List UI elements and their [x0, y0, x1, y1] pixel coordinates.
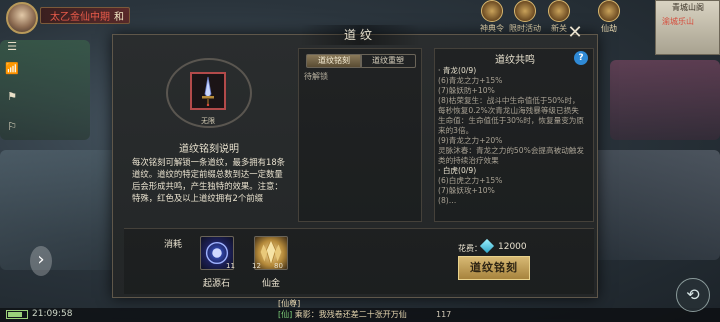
expand-arrow-icon[interactable]: ›: [30, 246, 52, 276]
clock: 21:09:58: [32, 309, 73, 319]
desc-text: 每次铭刻可解锁一条道纹，最多拥有18条道纹。道纹的特定前缀总数到达一定数量后会形…: [132, 156, 286, 204]
chat-text: 乘影：我残卷还差二十张开万仙: [294, 310, 407, 319]
resonance-line: (7)躲妖攻+10%: [438, 186, 495, 195]
desc-title: 道纹铭刻说明: [179, 144, 239, 155]
help-button[interactable]: ?: [574, 51, 588, 65]
switch-mode-icon[interactable]: ⟲: [676, 278, 710, 312]
resonance-line: (6)青龙之力+15%: [438, 76, 503, 85]
chat-line[interactable]: [仙] 乘影：我残卷还差二十张开万仙: [278, 309, 407, 320]
xianjie-icon: [598, 0, 620, 22]
player-name: 太乙金仙中期: [50, 12, 110, 23]
hud-button-xianjie[interactable]: 仙劫: [596, 0, 622, 34]
event-icon: [514, 0, 536, 22]
modal-title: 道纹: [300, 25, 420, 45]
pending-label: 待解锁: [304, 72, 328, 81]
menu-icon[interactable]: ☰: [4, 40, 20, 54]
item-count: 80: [274, 262, 283, 270]
flag-icon[interactable]: ⚐: [4, 120, 20, 134]
item-count: 11: [226, 262, 235, 270]
cost-label: 消耗: [164, 240, 183, 250]
desc-text-part: 每次铭刻可解锁一条道纹，最多拥有18条道纹。道纹的特定前缀总数到达一定数量后会形…: [132, 157, 286, 191]
fee-label: 花费：: [458, 244, 482, 253]
resonance-line: 灵脉沐春：青龙之力的50%会提高被动触发类的持续治疗效果: [438, 146, 584, 165]
gem-label: 无限: [201, 117, 215, 125]
item-name: 起源石: [203, 279, 231, 289]
player-tag: 和: [114, 12, 124, 23]
team-icon[interactable]: ⚑: [4, 90, 20, 104]
scene-building: [610, 60, 720, 140]
minimap-location: 渝城乐山: [662, 17, 694, 26]
minimap-title: 青城山阁: [672, 3, 704, 12]
signal-icon[interactable]: 📶: [4, 62, 20, 76]
item-name: 仙金: [262, 279, 281, 289]
chat-prefix: [仙尊]: [278, 299, 301, 308]
shendianling-icon: [481, 0, 503, 22]
desc-box: 每次铭刻可解锁一条道纹，最多拥有18条道纹。道纹的特定前缀总数到达一定数量后会形…: [132, 156, 286, 220]
resonance-line: (8)枯荣复生：战斗中生命值低于50%时，每秒恢复0.2%次青龙山海残暴等级已损…: [438, 96, 584, 135]
tab-reshape[interactable]: 道纹重塑: [360, 54, 416, 68]
scene-building: [590, 150, 720, 260]
hud-button-limited-event[interactable]: 限时活动: [508, 0, 542, 34]
resonance-list[interactable]: · 青龙(0/9) (6)青龙之力+15% (7)躲妖防+10% (8)枯荣复生：战斗…: [438, 66, 584, 218]
resonance-title: 道纹共鸣: [495, 55, 535, 66]
resonance-line: · 白虎(0/9): [438, 166, 477, 175]
tab-engrave[interactable]: 道纹铭刻: [306, 54, 362, 68]
hud-button-shendianling[interactable]: 神典令: [478, 0, 506, 34]
mail-count: 117: [436, 310, 452, 319]
close-button[interactable]: ✕: [564, 22, 586, 44]
engrave-button[interactable]: 道纹铭刻: [458, 256, 530, 280]
battery-icon: [6, 310, 28, 319]
resonance-line: (7)躲妖防+10%: [438, 86, 495, 95]
desc-text-part: 特殊，红色及以上道纹拥有2个前缀: [132, 193, 263, 203]
resonance-line: (8)…: [438, 196, 457, 205]
resonance-line: (9)青龙之力+20%: [438, 136, 503, 145]
sword-icon: [202, 76, 214, 106]
fee-value: 12000: [498, 242, 527, 252]
new-stage-icon: [548, 0, 570, 22]
chat-channel: [仙]: [278, 310, 293, 319]
player-avatar[interactable]: [6, 2, 38, 34]
scene-building: [0, 150, 130, 270]
chat-line[interactable]: [仙尊]: [278, 298, 300, 309]
resonance-line: · 青龙(0/9): [438, 66, 477, 75]
resonance-line: (6)白虎之力+15%: [438, 176, 503, 185]
item-have: 12: [252, 262, 261, 270]
